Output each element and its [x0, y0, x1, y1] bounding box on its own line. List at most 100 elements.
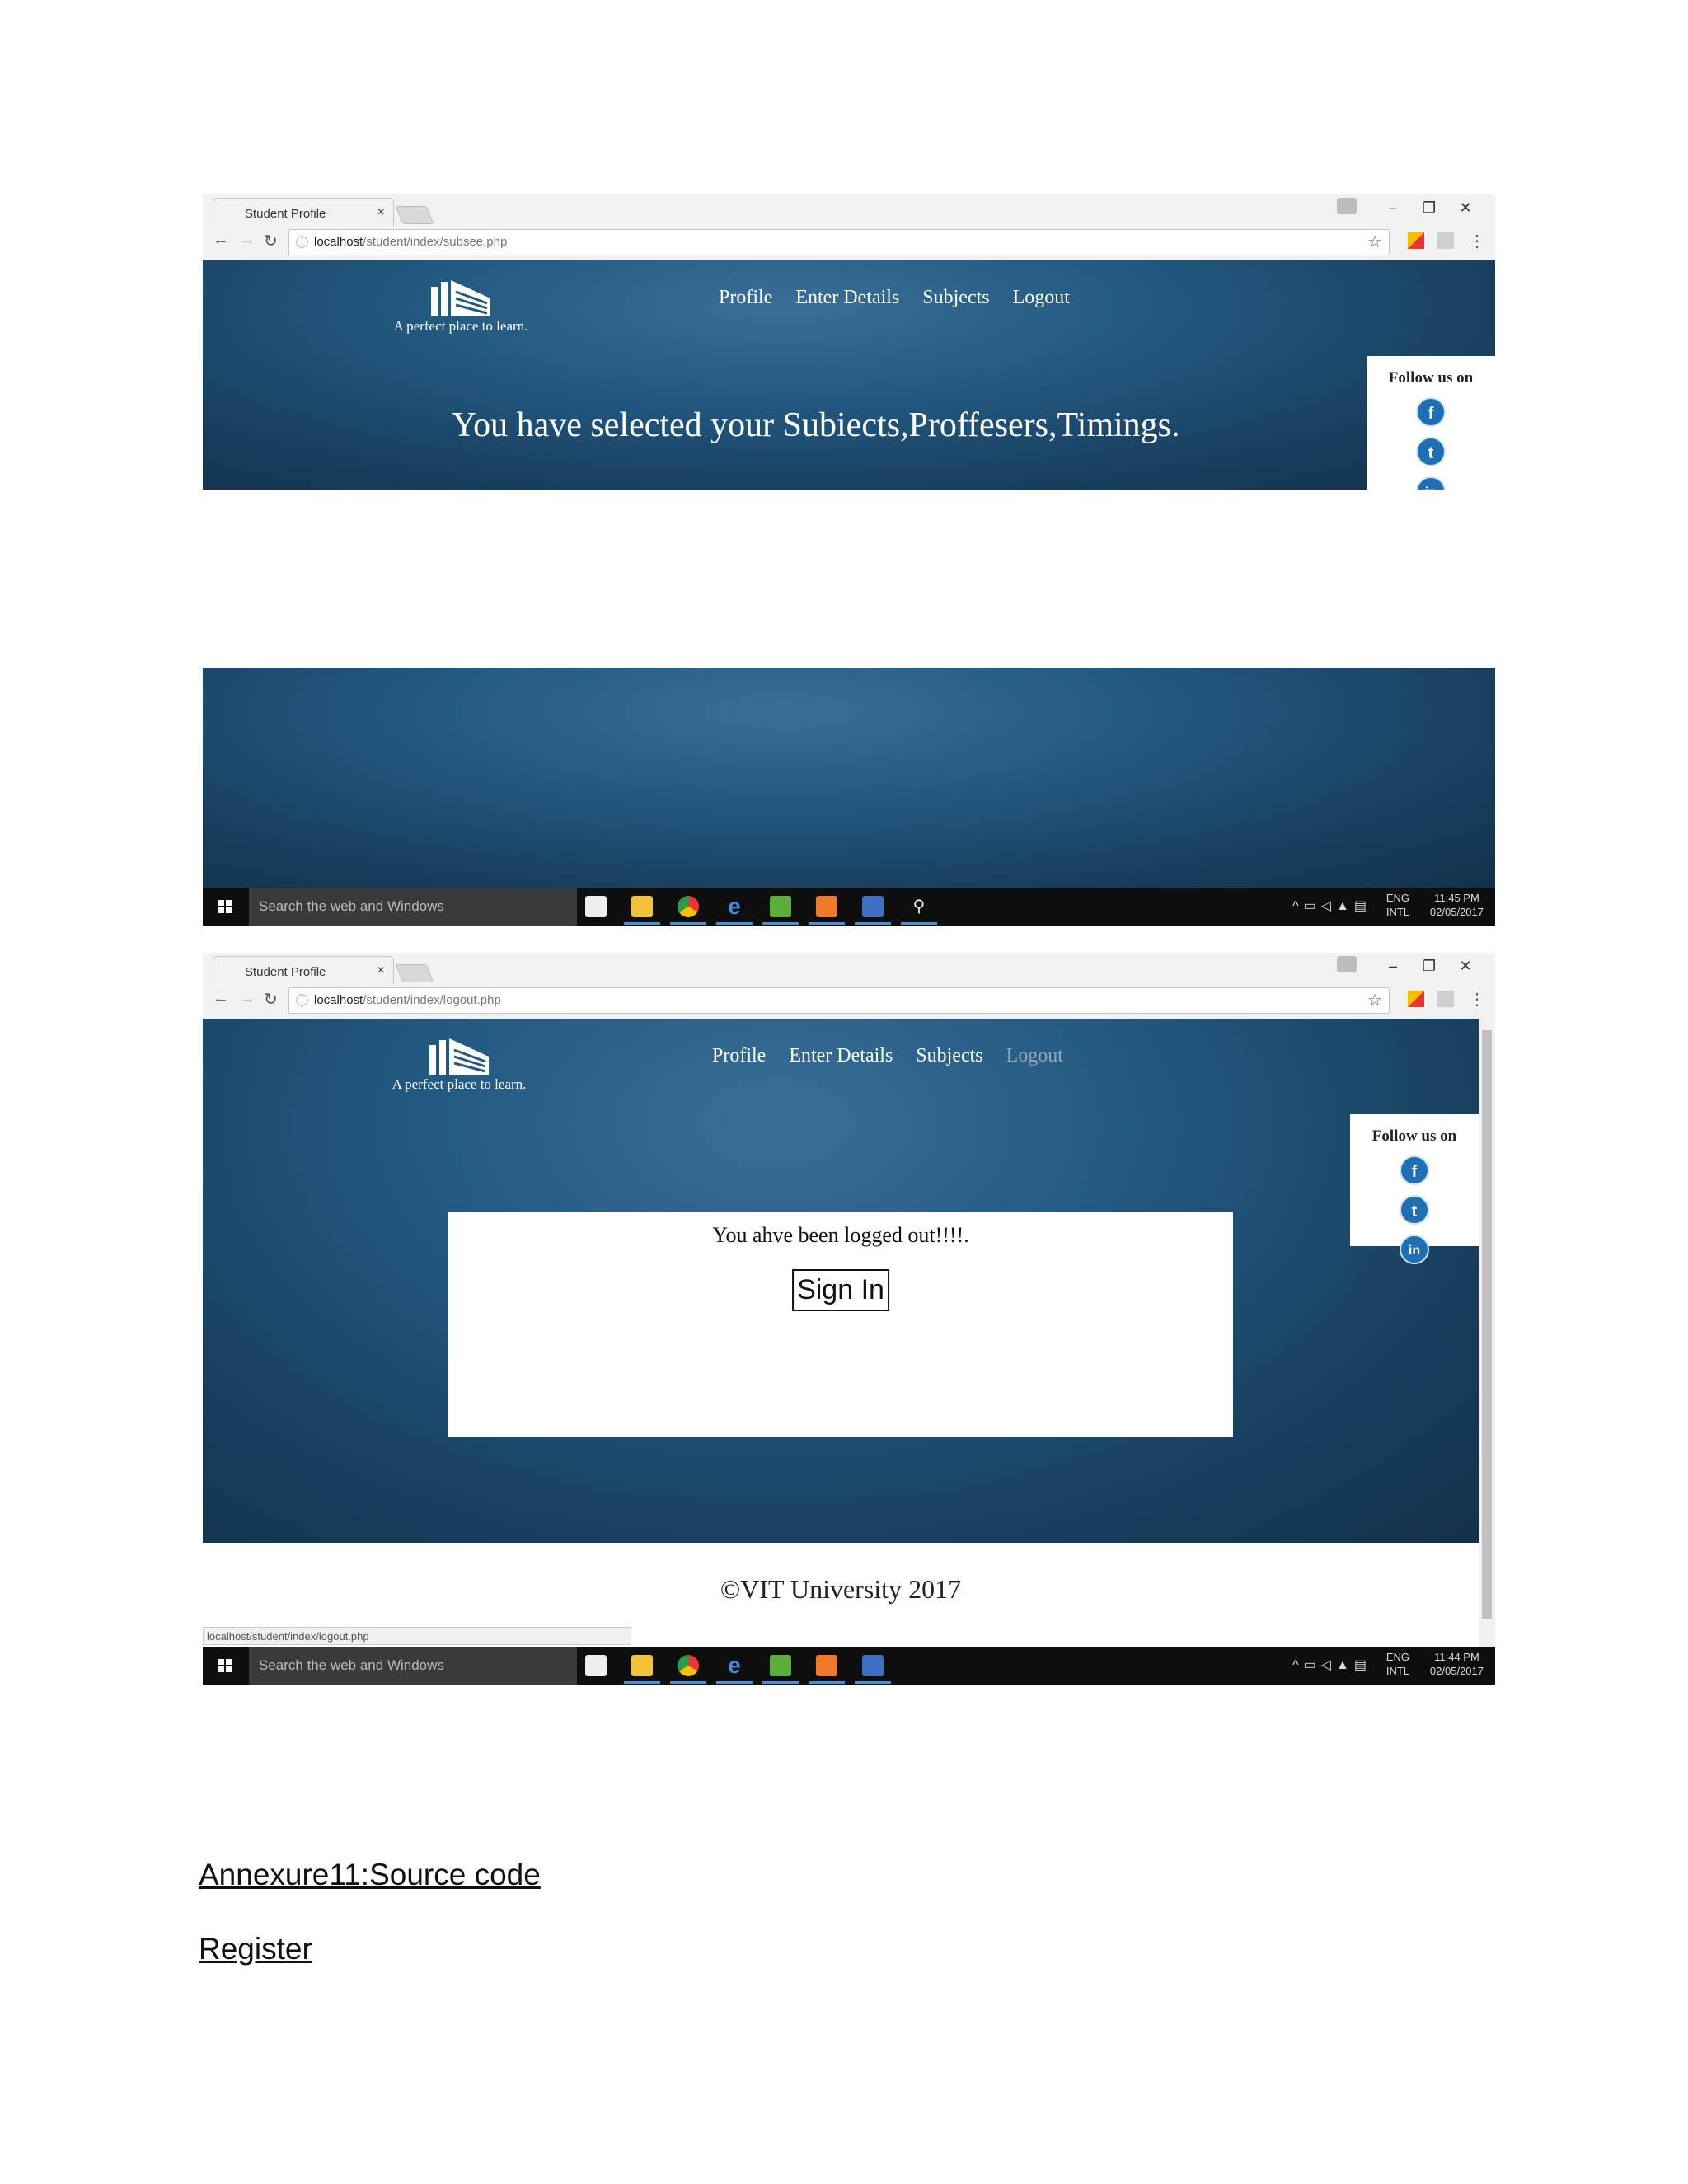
scrollbar-thumb[interactable]: [1482, 1030, 1492, 1619]
edge-icon[interactable]: e: [724, 895, 745, 918]
address-url: localhost/student/index/logout.php: [314, 993, 501, 1007]
address-bar[interactable]: ⓘ localhost/student/index/logout.php ☆: [288, 987, 1390, 1014]
system-tray-icons[interactable]: ^▭◁▲▤: [1292, 898, 1372, 914]
browser-tab[interactable]: Student Profile ×: [213, 956, 394, 985]
tab-close-icon[interactable]: ×: [377, 205, 385, 220]
menu-item-enter-details[interactable]: Enter Details: [789, 1045, 893, 1066]
search-placeholder: Search the web and Windows: [259, 898, 444, 914]
system-tray-icons[interactable]: ^▭◁▲▤: [1292, 1657, 1372, 1673]
page-scrollbar[interactable]: [1479, 1019, 1495, 1647]
magnifier-icon[interactable]: ⚲: [908, 896, 930, 917]
bookmark-star-icon[interactable]: ☆: [1367, 990, 1382, 1010]
edge-icon[interactable]: e: [724, 1654, 745, 1677]
hero-banner: A perfect place to learn. Profile Enter …: [203, 260, 1495, 490]
follow-us-panel: Follow us on f t in: [1367, 356, 1495, 490]
taskbar-search[interactable]: Search the web and Windows: [249, 888, 577, 926]
restore-icon[interactable]: ❐: [1411, 199, 1447, 217]
logout-message: You ahve been logged out!!!!.: [712, 1223, 969, 1247]
twitter-icon[interactable]: t: [1416, 437, 1446, 466]
back-icon[interactable]: ←: [213, 989, 229, 1008]
user-profile-icon[interactable]: [1337, 956, 1357, 972]
linkedin-icon[interactable]: in: [1400, 1235, 1429, 1264]
menu-item-profile[interactable]: Profile: [712, 1045, 766, 1066]
follow-us-panel: Follow us on f t in: [1350, 1114, 1479, 1264]
menu-kebab-icon[interactable]: ⋮: [1469, 989, 1485, 1010]
browser-chrome: Student Profile × – ❐ ✕ ← → ↻ ⓘ localhost/…: [203, 953, 1495, 1019]
reload-icon[interactable]: ↻: [264, 231, 278, 251]
clock[interactable]: 11:45 PM 02/05/2017: [1430, 891, 1484, 919]
menu-item-subjects[interactable]: Subjects: [916, 1045, 982, 1066]
extension-icon[interactable]: [1437, 232, 1454, 249]
screenshot-empty-page: Search the web and Windows e ⚲ ^▭◁▲▤ ENG…: [203, 668, 1495, 926]
extension-icon[interactable]: [1408, 991, 1424, 1007]
file-explorer-icon[interactable]: [631, 1655, 653, 1676]
menu-item-logout[interactable]: Logout: [1006, 1045, 1063, 1066]
windows-taskbar: Search the web and Windows e ^▭◁▲▤ ENG IN…: [203, 1647, 1495, 1685]
word-icon[interactable]: [862, 896, 884, 917]
extension-icon[interactable]: [1437, 991, 1454, 1007]
menu-item-profile[interactable]: Profile: [719, 287, 772, 308]
xampp-icon[interactable]: [816, 896, 837, 917]
input-language[interactable]: ENG INTL: [1386, 1650, 1409, 1678]
task-view-icon[interactable]: [585, 896, 607, 917]
bookmark-star-icon[interactable]: ☆: [1367, 232, 1382, 252]
address-url: localhost/student/index/subsee.php: [314, 235, 508, 249]
info-icon[interactable]: ⓘ: [296, 991, 308, 1009]
window-controls: – ❐ ✕: [1375, 199, 1484, 217]
facebook-icon[interactable]: f: [1416, 397, 1446, 427]
new-tab-button[interactable]: [395, 206, 434, 224]
clock-time: 11:44 PM: [1434, 1651, 1479, 1663]
info-icon[interactable]: ⓘ: [296, 233, 308, 251]
building-logo-icon: [431, 280, 490, 316]
menu-item-logout[interactable]: Logout: [1013, 287, 1070, 308]
logo-tagline: A perfect place to learn.: [393, 318, 528, 334]
menu-kebab-icon[interactable]: ⋮: [1469, 231, 1485, 251]
screenshot-subjects-selected: Student Profile × – ❐ ✕ ← → ↻ ⓘ localhost/…: [203, 194, 1495, 490]
xampp-icon[interactable]: [816, 1655, 837, 1676]
address-bar[interactable]: ⓘ localhost/student/index/subsee.php ☆: [288, 229, 1390, 255]
notepad-icon[interactable]: [770, 1655, 791, 1676]
facebook-icon[interactable]: f: [1400, 1155, 1429, 1185]
logout-dialog: You ahve been logged out!!!!. Sign In: [448, 1212, 1233, 1437]
windows-logo-icon: [218, 1659, 232, 1672]
forward-icon[interactable]: →: [239, 231, 256, 250]
chrome-icon[interactable]: [678, 1655, 699, 1676]
tab-title: Student Profile: [245, 965, 326, 979]
sign-in-button[interactable]: Sign In: [792, 1269, 889, 1311]
close-window-icon[interactable]: ✕: [1447, 958, 1484, 975]
site-logo[interactable]: A perfect place to learn.: [381, 1035, 537, 1093]
forward-icon[interactable]: →: [239, 989, 256, 1008]
tab-close-icon[interactable]: ×: [377, 963, 385, 978]
new-tab-button[interactable]: [395, 964, 434, 982]
notepad-icon[interactable]: [770, 896, 791, 917]
minimize-icon[interactable]: –: [1375, 199, 1411, 217]
clock[interactable]: 11:44 PM 02/05/2017: [1430, 1650, 1484, 1678]
twitter-icon[interactable]: t: [1400, 1195, 1429, 1225]
file-explorer-icon[interactable]: [631, 896, 653, 917]
search-placeholder: Search the web and Windows: [259, 1657, 444, 1673]
reload-icon[interactable]: ↻: [264, 989, 278, 1010]
screenshot-logged-out: Student Profile × – ❐ ✕ ← → ↻ ⓘ localhost/…: [203, 953, 1495, 1685]
extension-icon[interactable]: [1408, 232, 1424, 249]
task-view-icon[interactable]: [585, 1655, 607, 1676]
word-icon[interactable]: [862, 1655, 884, 1676]
browser-tab[interactable]: Student Profile ×: [213, 198, 394, 227]
back-icon[interactable]: ←: [213, 231, 229, 250]
annexure-heading: Annexure11:Source code: [199, 1858, 541, 1891]
user-profile-icon[interactable]: [1337, 198, 1357, 214]
close-window-icon[interactable]: ✕: [1447, 199, 1484, 217]
minimize-icon[interactable]: –: [1375, 958, 1411, 975]
site-logo[interactable]: A perfect place to learn.: [382, 277, 539, 335]
restore-icon[interactable]: ❐: [1411, 958, 1447, 975]
menu-item-subjects[interactable]: Subjects: [922, 287, 989, 308]
taskbar-search[interactable]: Search the web and Windows: [249, 1647, 577, 1685]
start-button[interactable]: [203, 888, 249, 926]
chrome-icon[interactable]: [678, 896, 699, 917]
linkedin-icon[interactable]: in: [1416, 476, 1446, 490]
browser-toolbar: ← → ↻ ⓘ localhost/student/index/logout.p…: [203, 984, 1495, 1017]
menu-item-enter-details[interactable]: Enter Details: [795, 287, 899, 308]
input-language[interactable]: ENG INTL: [1386, 891, 1409, 919]
main-menu: Profile Enter Details Subjects Logout: [719, 287, 1088, 309]
page-footer: ©VIT University 2017: [720, 1574, 962, 1604]
start-button[interactable]: [203, 1647, 249, 1685]
